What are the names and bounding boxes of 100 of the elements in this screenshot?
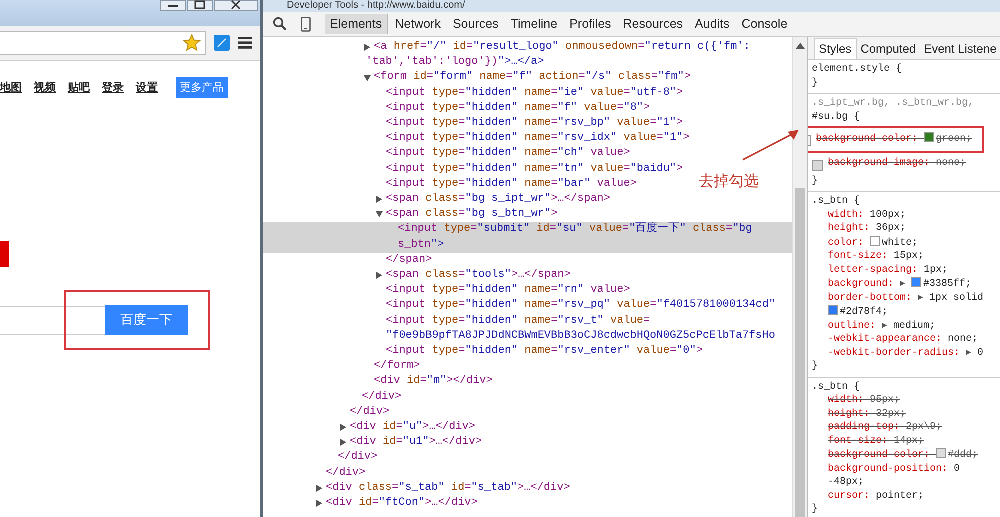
collapsed-arrow-icon[interactable] [376,196,383,204]
search-button[interactable]: 百度一下 [105,305,188,335]
dom-node-row[interactable]: <input type="hidden" name="f" value="8"> [263,100,650,116]
css-selector: #su.bg { [812,110,862,124]
panel-tab[interactable]: Resources [618,14,688,34]
logo-fragment [0,241,9,267]
collapsed-arrow-icon[interactable] [376,272,383,280]
code-line: </div> [338,450,378,466]
dom-node-row[interactable]: <div class="s_tab" id="s_tab">…</div> [263,480,570,496]
close-icon[interactable] [214,0,258,11]
code-line: "f0e9bB9pfTA8JPJDdNCBWmEVBbB3oCJ8cdwcbHQoN0GZ5cPcElbTa7fsHo [386,328,776,344]
css-property: background-color: #ddd; [828,448,978,462]
dom-node-row[interactable]: <input type="hidden" name="rn" value> [263,283,630,298]
dom-node-row[interactable]: <div id="u1">…</div> [263,435,482,450]
pane-tab[interactable]: Event Listene [920,39,1000,59]
css-property: background-position: 0 -48px; [828,462,962,490]
nav-link[interactable]: 贴吧 [68,80,90,95]
scrollbar-thumb[interactable] [795,188,805,517]
address-field[interactable] [0,31,206,55]
expanded-arrow-icon[interactable] [376,211,383,218]
nav-link[interactable]: 设置 [136,80,158,95]
dom-node-row[interactable]: <input type="submit" id="su" value="百度一下" class="bg s_btn"> [263,222,792,253]
annotation-arrow[interactable] [741,128,801,162]
scroll-up-icon[interactable] [796,43,804,49]
closing-brace: } [812,76,820,90]
dom-node-row[interactable]: <input type="hidden" name="rsv_t" value= "f0e9bB9pfTA8JPJDdNCBWmEVBbB3oCJ8cdwcbHQoN0GZ5cPcElbTa7fsHo [263,314,776,344]
dom-node-row[interactable]: <input type="hidden" name="rsv_idx" value="1"> [263,131,690,146]
css-property: padding-top: 2px\9; [828,421,942,434]
dom-node-row[interactable]: <input type="hidden" name="bar" value> [263,176,637,192]
css-property: outline: ▶ medium; [828,320,936,333]
panel-tab[interactable]: Console [736,14,793,34]
dom-node-row[interactable]: <input type="hidden" name="ie" value="utf-8"> [263,86,684,101]
minimize-icon[interactable] [160,0,186,11]
dom-node-row[interactable]: <input type="hidden" name="rsv_bp" value="1"> [263,116,684,132]
closing-brace: } [812,174,820,188]
code-line: <input type="hidden" name="rsv_enter" value="0"> [386,344,703,360]
collapsed-arrow-icon[interactable] [364,44,371,52]
code-line: <span class="bg s_ipt_wr">…</span> [386,192,610,208]
code-line: <div id="u">…</div> [350,420,476,436]
dom-node-row[interactable]: <span class="tools">…</span> [263,268,571,284]
phone-icon[interactable] [301,16,311,32]
dom-node-row[interactable]: <div id="ftCon">…</div> [263,496,478,512]
dom-node-row[interactable]: </div> [263,404,390,420]
search-icon[interactable] [273,17,287,31]
code-line: <a href="/" id="result_logo" onmousedown="return c({'fm': [374,40,750,55]
dom-node-row[interactable]: </div> [263,450,378,466]
code-line: <input type="hidden" name="bar" value> [386,176,637,192]
pane-tab[interactable]: Computed [856,39,920,59]
dom-node-row[interactable]: <a href="/" id="result_logo" onmousedown="return c({'fm': 'tab','tab':'logo'})">…</a> [263,40,750,70]
nav-link[interactable]: 地图 [0,80,22,95]
css-property: border-bottom: ▶ 1px solid #2d78f4; [828,292,984,320]
css-selector: .s_btn { [812,195,862,208]
collapsed-arrow-icon[interactable] [316,500,323,508]
panel-tab[interactable]: Elements [325,14,388,34]
collapsed-arrow-icon[interactable] [340,439,347,446]
dom-node-row[interactable]: <div id="m"></div> [263,374,493,390]
more-products-button[interactable]: 更多产品 [176,77,228,98]
collapsed-arrow-icon[interactable] [340,424,347,432]
css-property: cursor: pointer; [828,490,924,503]
dom-node-row[interactable]: </form> [263,359,420,374]
color-swatch[interactable] [924,132,934,142]
code-line: <span class="tools">…</span> [386,268,571,284]
scrollbar[interactable] [792,37,807,517]
checkbox[interactable] [812,160,823,170]
dom-node-row[interactable]: <span class="bg s_ipt_wr">…</span> [263,192,610,208]
nav-link[interactable]: 视频 [34,80,56,95]
dom-node-row[interactable]: </div> [263,466,366,481]
dom-node-row[interactable]: <div id="u">…</div> [263,420,476,436]
panel-tab[interactable]: Network [390,14,446,34]
dom-node-row[interactable]: <input type="hidden" name="rsv_enter" value="0"> [263,344,703,360]
code-line: </div> [350,404,390,420]
maximize-icon[interactable] [187,0,213,11]
css-property: background-image: none; [828,156,966,170]
expanded-arrow-icon[interactable] [364,74,371,82]
code-line: </div> [326,466,366,481]
dom-node-row[interactable]: <input type="hidden" name="ch" value> [263,146,630,162]
dom-node-row[interactable]: </div> [263,390,402,405]
dom-node-row[interactable]: <span class="bg s_btn_wr"> [263,207,558,222]
dom-node-row[interactable]: </span> [263,252,432,268]
css-property: -webkit-border-radius: ▶ 0 [828,346,984,360]
dom-node-row[interactable]: <input type="hidden" name="tn" value="baidu"> [263,162,684,177]
css-property: height: 36px; [828,222,906,236]
menu-icon[interactable] [238,37,252,49]
color-swatch[interactable] [828,305,838,315]
panel-tab[interactable]: Timeline [506,14,563,34]
dom-node-row[interactable]: <form id="form" name="f" action="/s" class="fm"> [263,70,691,86]
star-icon[interactable] [183,34,201,52]
panel-tab[interactable]: Audits [690,14,735,34]
color-swatch[interactable] [936,448,946,458]
nav-link[interactable]: 登录 [102,80,124,95]
pane-tab[interactable]: Styles [814,38,857,59]
panel-tab[interactable]: Sources [448,14,504,34]
panel-tab[interactable]: Profiles [564,14,616,34]
collapsed-arrow-icon[interactable] [316,484,323,492]
extension-icon[interactable] [214,35,230,51]
color-swatch[interactable] [911,277,922,287]
annotation-text: 去掉勾选 [699,172,759,191]
color-swatch[interactable] [870,236,880,246]
dom-node-row[interactable]: <input type="hidden" name="rsv_pq" value="f4015781000134cd" [263,298,776,314]
code-line: s_btn"> [398,238,444,253]
